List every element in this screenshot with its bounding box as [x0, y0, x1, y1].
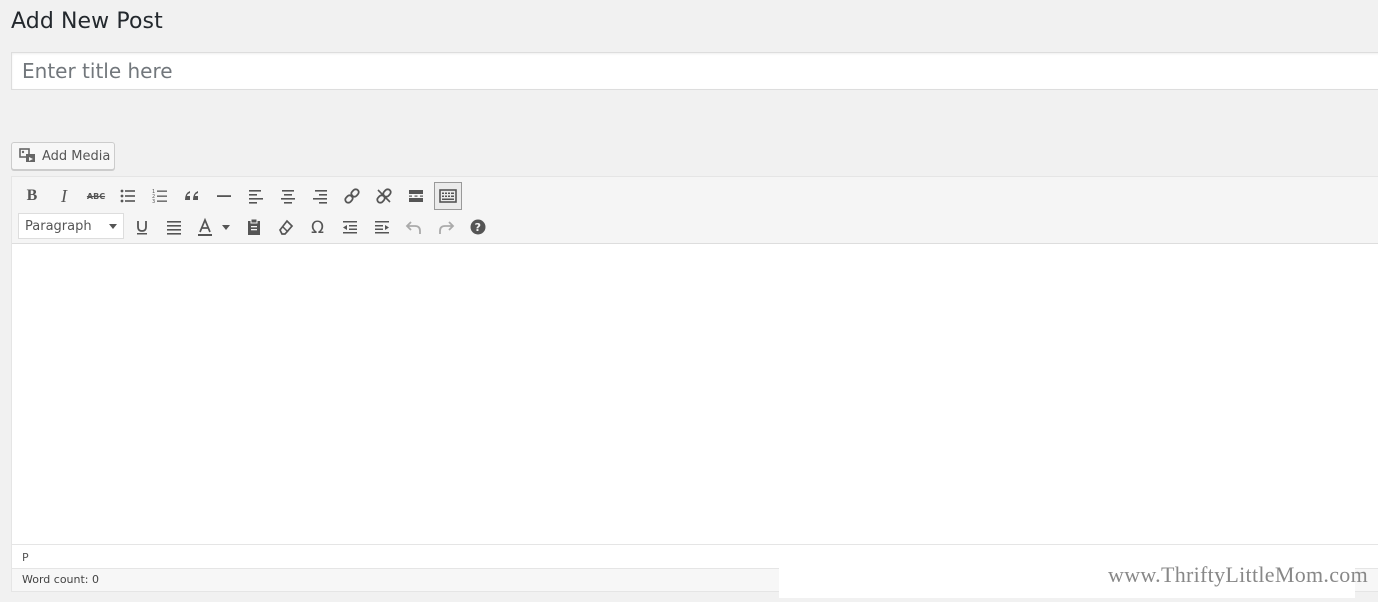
indent-icon — [375, 221, 389, 234]
align-right-icon — [313, 190, 327, 204]
horizontal-line-button[interactable] — [210, 182, 238, 210]
text-color-dropdown[interactable] — [217, 213, 235, 241]
chevron-down-icon — [109, 224, 117, 229]
numbered-list-icon: 1 2 3 — [152, 189, 167, 205]
justify-button[interactable] — [160, 213, 188, 241]
title-field-wrapper — [11, 52, 1378, 90]
link-icon — [344, 188, 360, 204]
blockquote-button[interactable] — [178, 182, 206, 210]
outdent-icon — [343, 221, 357, 234]
text-color-button[interactable] — [192, 213, 218, 241]
blockquote-icon — [185, 191, 198, 200]
remove-link-button[interactable] — [370, 182, 398, 210]
add-media-button[interactable]: Add Media — [11, 142, 115, 170]
clipboard-icon — [248, 218, 260, 235]
align-center-button[interactable] — [274, 182, 302, 210]
paste-as-text-button[interactable] — [240, 213, 268, 241]
align-left-icon — [249, 190, 263, 204]
post-editor: B I ABC 1 2 3 Paragraph Ω ? P Word count… — [11, 176, 1378, 592]
align-right-button[interactable] — [306, 182, 334, 210]
chevron-down-icon — [222, 225, 230, 230]
justify-icon — [167, 221, 181, 235]
text-color-icon — [198, 217, 212, 236]
post-title-input[interactable] — [12, 53, 1378, 89]
clear-formatting-button[interactable] — [272, 213, 300, 241]
add-media-icon — [19, 148, 37, 164]
increase-indent-button[interactable] — [368, 213, 396, 241]
undo-icon — [405, 221, 421, 234]
help-icon: ? — [470, 219, 486, 235]
special-character-button[interactable]: Ω — [304, 213, 332, 241]
underline-button[interactable] — [128, 213, 156, 241]
insert-link-button[interactable] — [338, 182, 366, 210]
page-title: Add New Post — [11, 9, 163, 34]
italic-icon: I — [61, 185, 67, 206]
svg-text:3: 3 — [152, 199, 155, 205]
horizontal-line-icon — [217, 195, 231, 197]
italic-button[interactable]: I — [50, 182, 78, 210]
site-watermark: www.ThriftyLittleMom.com — [1108, 562, 1368, 587]
redo-button[interactable] — [432, 213, 460, 241]
keyboard-icon — [439, 189, 457, 203]
format-select-value: Paragraph — [25, 218, 92, 234]
editor-content-area[interactable] — [12, 244, 1378, 544]
svg-text:Ω: Ω — [311, 218, 324, 237]
decrease-indent-button[interactable] — [336, 213, 364, 241]
bulleted-list-icon — [120, 189, 135, 203]
keyboard-shortcuts-button[interactable]: ? — [464, 213, 492, 241]
editor-toolbar: B I ABC 1 2 3 Paragraph Ω ? — [12, 177, 1378, 244]
omega-icon: Ω — [311, 218, 324, 237]
unlink-icon — [376, 188, 392, 204]
strikethrough-icon: ABC — [86, 191, 106, 201]
underline-icon — [137, 221, 147, 235]
toolbar-row-2: Paragraph Ω ? — [12, 211, 1378, 241]
element-path[interactable]: P — [22, 551, 29, 564]
undo-button[interactable] — [400, 213, 428, 241]
bold-icon: B — [26, 187, 38, 204]
align-center-icon — [281, 190, 295, 204]
numbered-list-button[interactable]: 1 2 3 — [146, 182, 174, 210]
word-count: Word count: 0 — [22, 573, 100, 586]
toolbar-toggle-button[interactable] — [434, 182, 462, 210]
format-select[interactable]: Paragraph — [18, 213, 124, 239]
redo-icon — [439, 221, 455, 234]
read-more-icon — [409, 190, 423, 202]
align-left-button[interactable] — [242, 182, 270, 210]
strikethrough-button[interactable]: ABC — [82, 182, 110, 210]
bulleted-list-button[interactable] — [114, 182, 142, 210]
add-media-label: Add Media — [42, 148, 111, 164]
svg-text:?: ? — [475, 221, 481, 234]
eraser-icon — [279, 219, 294, 235]
bold-button[interactable]: B — [18, 182, 46, 210]
read-more-button[interactable] — [402, 182, 430, 210]
toolbar-row-1: B I ABC 1 2 3 — [12, 180, 1378, 210]
